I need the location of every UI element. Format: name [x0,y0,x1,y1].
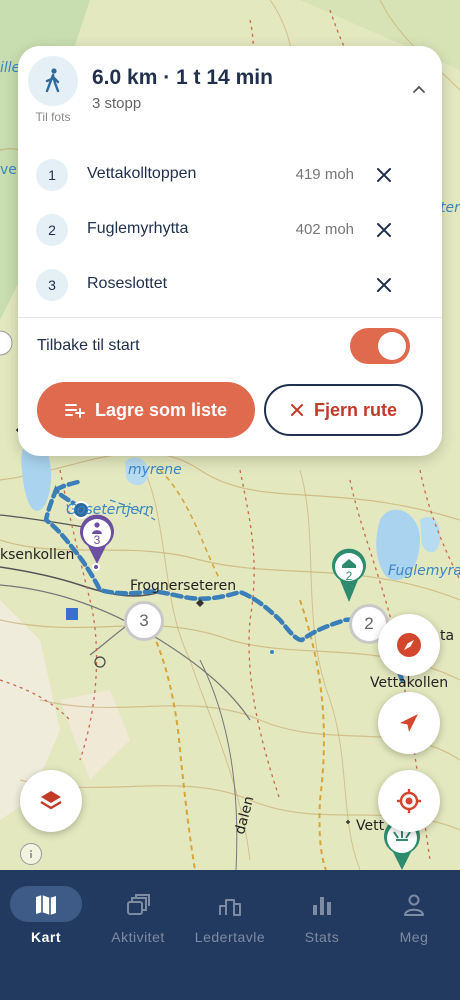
stop-name: Roseslottet [87,275,168,292]
navigate-button[interactable] [378,692,440,754]
chevron-up-icon [413,85,425,93]
map-label-ter: ter [440,200,460,216]
close-icon [377,168,391,182]
stop-number: 1 [36,159,68,191]
info-icon[interactable] [20,843,42,865]
remove-stop-button[interactable] [374,165,394,185]
close-icon [290,404,303,416]
map-label-vettakollen: Vettakollen [370,675,449,691]
return-to-start-label: Tilbake til start [37,337,140,354]
walking-icon [45,68,60,93]
route-summary: 6.0 km · 1 t 14 min [92,66,273,89]
stop-marker-3[interactable]: 3 [78,514,116,566]
bottom-tab-bar: Kart Aktivitet Ledertavle Stats Meg [0,870,460,1000]
map-label-myrene: myrene [128,462,182,478]
travel-mode-label: Til fots [35,110,71,124]
tab-label: Kart [30,929,61,945]
map-label-ta: ta [440,628,455,644]
tab-profile[interactable]: Meg [368,870,460,960]
stop-row: 1 Vettakolltoppen 419 moh [18,155,442,195]
close-icon [377,278,391,292]
stats-icon [276,892,368,918]
route-card: Til fots 6.0 km · 1 t 14 min 3 stopp 1 V… [18,46,442,456]
return-to-start-toggle[interactable] [350,328,410,364]
toggle-knob [378,332,406,360]
stops-count: 3 stopp [92,95,142,112]
layers-icon [40,791,62,810]
tab-label: Meg [399,929,429,945]
navigation-arrow-icon [400,714,418,732]
profile-icon [368,892,460,918]
map-label-frognerseteren: Frognerseteren [130,578,237,594]
map-label-fuglemyra: Fuglemyra [388,563,460,579]
remove-stop-button[interactable] [374,275,394,295]
stop-marker-2[interactable]: 2 [330,548,368,604]
stop-name: Vettakolltoppen [87,165,197,182]
tab-map[interactable]: Kart [0,870,92,960]
close-icon [377,223,391,237]
stop-elevation: 402 moh [295,221,354,238]
stop-marker-number: 2 [345,569,353,583]
divider [18,317,442,318]
layers-button[interactable] [20,770,82,832]
collapse-button[interactable] [411,82,427,100]
stop-marker-number: 3 [93,533,101,547]
save-as-list-button[interactable]: Lagre som liste [37,382,255,438]
compass-button[interactable] [378,614,440,676]
cluster-marker[interactable]: 3 [124,601,164,641]
stop-row: 2 Fuglemyrhytta 402 moh [18,210,442,250]
map-label-vett: Vett [356,818,385,834]
stop-elevation: 419 moh [295,166,354,183]
stop-number: 3 [36,269,68,301]
save-as-list-label: Lagre som liste [94,399,228,420]
stop-row: 3 Roseslottet [18,265,442,305]
leaderboard-icon [184,892,276,918]
tab-label: Stats [304,929,340,945]
crosshair-icon [397,789,421,813]
stop-marker-dot [92,563,100,571]
map-label-sekollen: ksenkollen [0,547,75,563]
compass-icon [397,633,421,657]
remove-route-label: Fjern rute [313,399,397,420]
tab-label: Ledertavle [194,929,266,945]
tab-leaderboard[interactable]: Ledertavle [184,870,276,960]
remove-stop-button[interactable] [374,220,394,240]
stop-number: 2 [36,214,68,246]
map-icon [0,892,92,918]
stop-name: Fuglemyrhytta [87,220,189,237]
locate-me-button[interactable] [378,770,440,832]
remove-route-button[interactable]: Fjern rute [264,384,423,436]
tab-stats[interactable]: Stats [276,870,368,960]
tab-label: Aktivitet [111,929,165,945]
travel-mode-button[interactable] [28,56,78,106]
tab-activity[interactable]: Aktivitet [92,870,184,960]
activity-icon [92,892,184,918]
playlist-add-icon [64,404,85,418]
